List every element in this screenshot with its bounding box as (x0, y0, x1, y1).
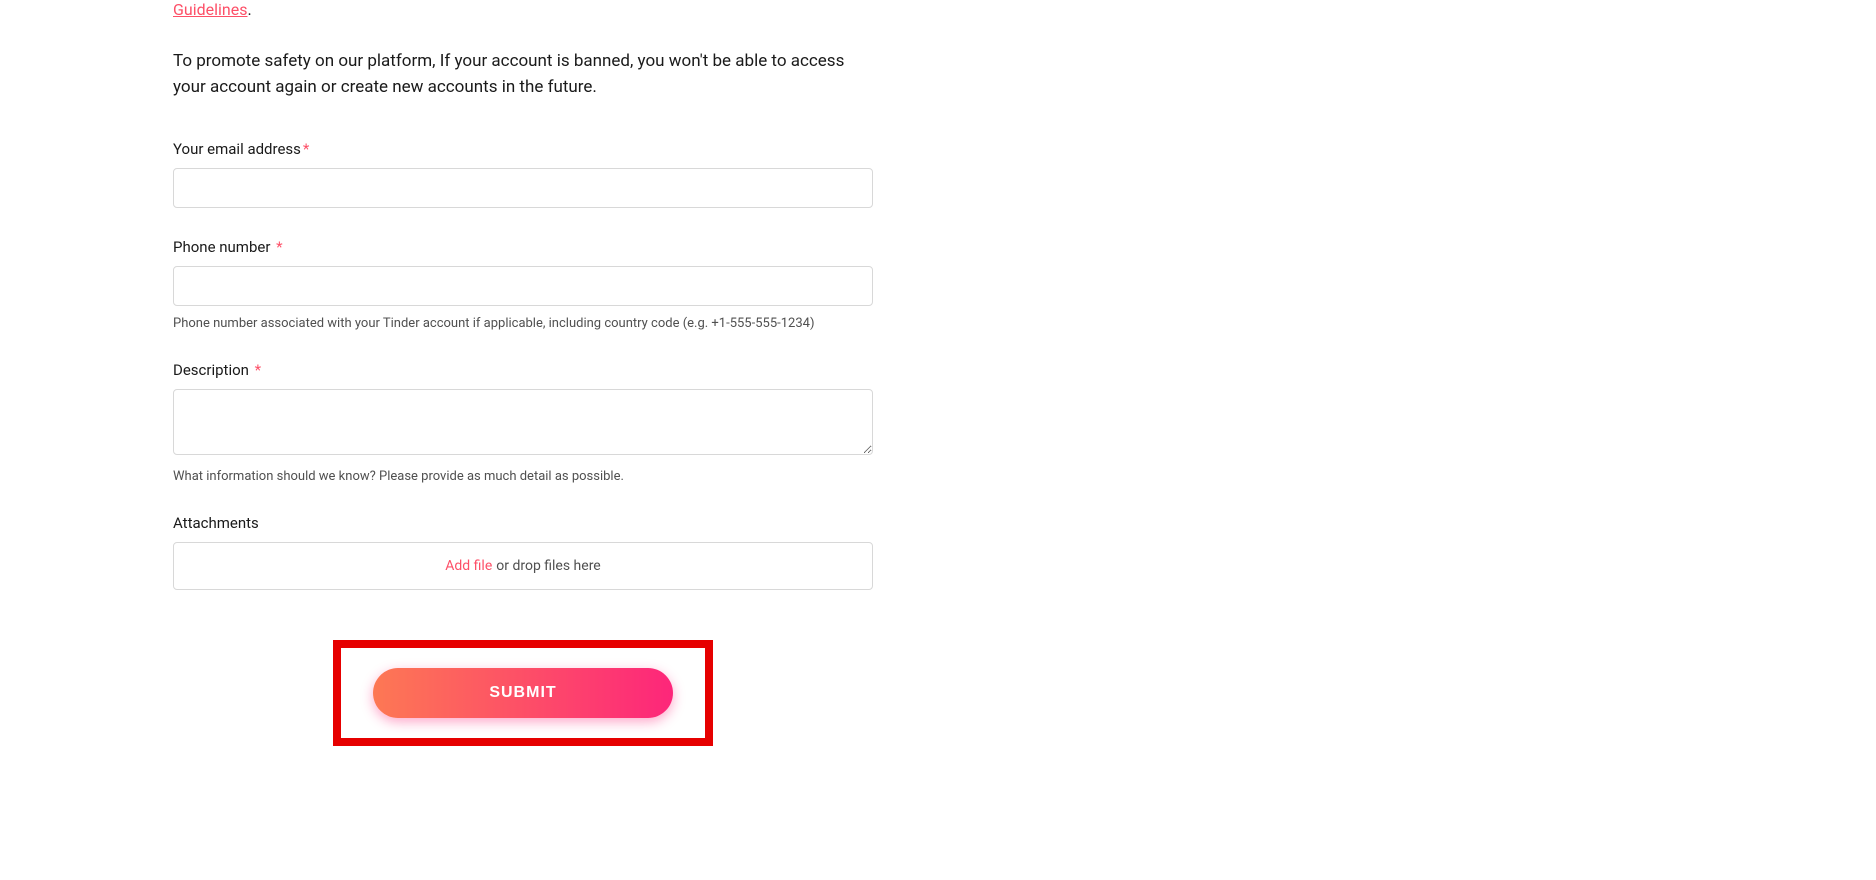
description-label-text: Description (173, 361, 249, 379)
period: . (247, 0, 251, 19)
submit-wrapper: SUBMIT (173, 640, 873, 746)
description-form-group: Description * What information should we… (173, 361, 873, 484)
guidelines-link[interactable]: Guidelines (173, 0, 247, 19)
email-field[interactable] (173, 168, 873, 208)
submit-button[interactable]: SUBMIT (373, 668, 673, 718)
safety-paragraph: To promote safety on our platform, If yo… (173, 49, 873, 100)
add-file-link[interactable]: Add file (445, 558, 492, 574)
email-label-text: Your email address (173, 140, 301, 158)
phone-label: Phone number * (173, 238, 873, 256)
intro-text-line: Guidelines. (173, 0, 252, 19)
email-label: Your email address* (173, 140, 873, 158)
drop-files-text: or drop files here (496, 558, 600, 574)
attachments-label: Attachments (173, 514, 873, 532)
attachments-form-group: Attachments Add file or drop files here (173, 514, 873, 590)
description-label: Description * (173, 361, 873, 379)
phone-label-text: Phone number (173, 238, 270, 256)
required-star: * (255, 361, 261, 379)
required-star: * (276, 238, 282, 256)
phone-field[interactable] (173, 266, 873, 306)
phone-form-group: Phone number * Phone number associated w… (173, 238, 873, 331)
phone-hint: Phone number associated with your Tinder… (173, 316, 873, 331)
description-field[interactable] (173, 389, 873, 455)
description-hint: What information should we know? Please … (173, 469, 873, 484)
required-star: * (303, 140, 309, 158)
email-form-group: Your email address* (173, 140, 873, 208)
attachments-dropzone[interactable]: Add file or drop files here (173, 542, 873, 590)
highlight-box: SUBMIT (333, 640, 713, 746)
intro-block: Guidelines. To promote safety on our pla… (173, 0, 873, 100)
